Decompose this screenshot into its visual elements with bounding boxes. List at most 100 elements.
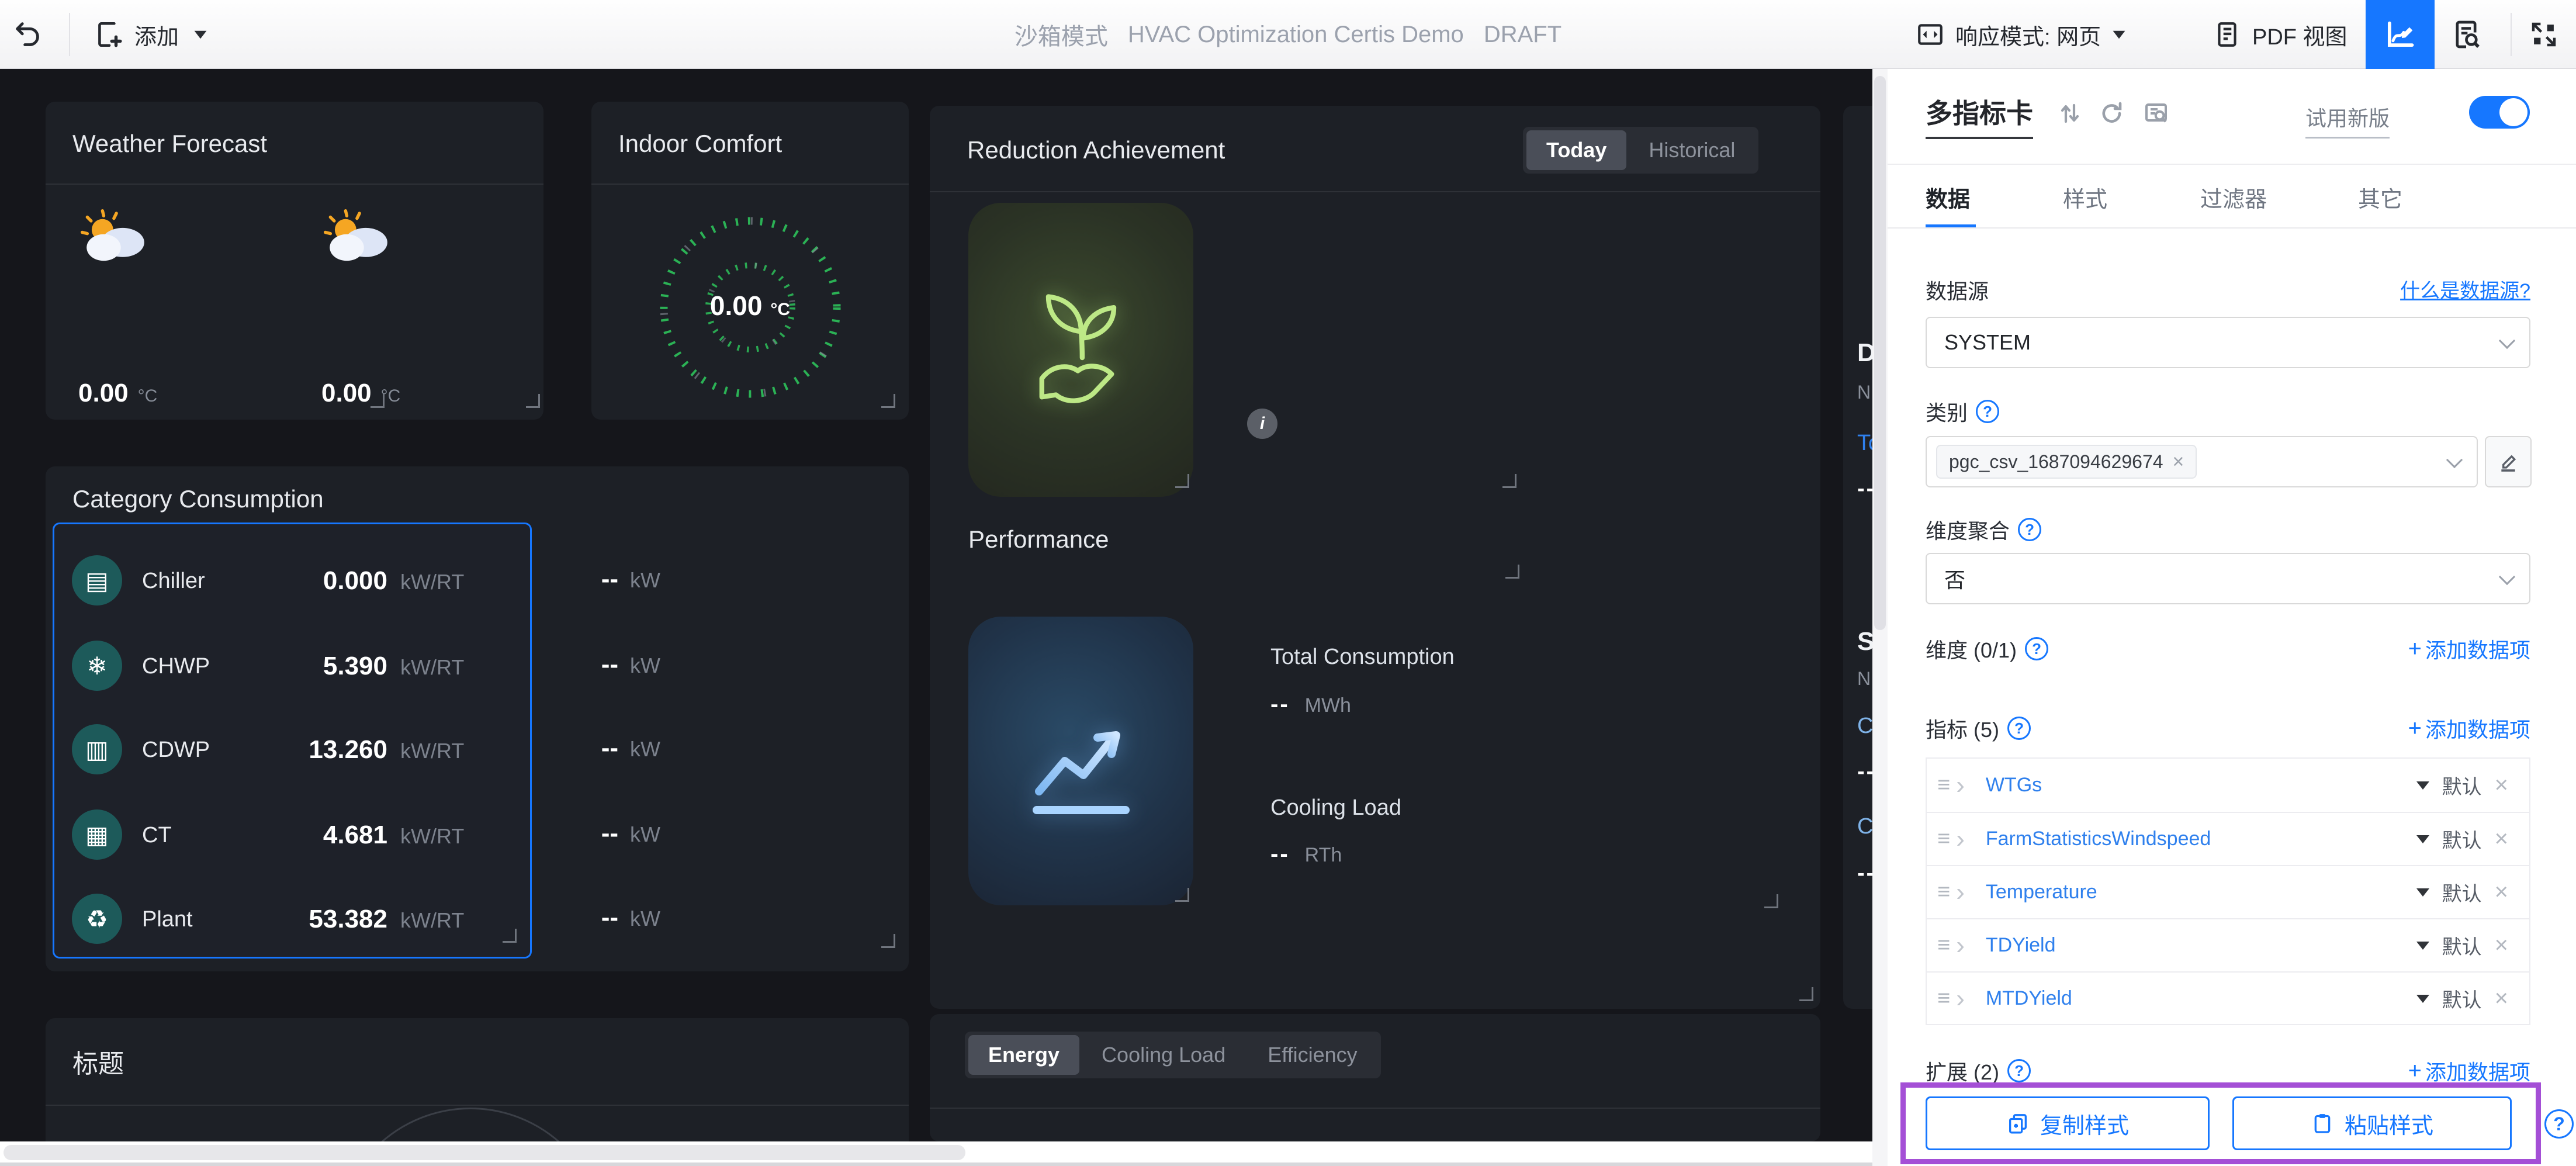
tab-efficiency[interactable]: Efficiency	[1248, 1035, 1377, 1075]
energy-tabs-card[interactable]: Energy Cooling Load Efficiency	[930, 1014, 1820, 1141]
copy-style-button[interactable]: 复制样式	[1926, 1096, 2210, 1150]
doc-status-badge: DRAFT	[1483, 21, 1562, 47]
response-mode-dropdown[interactable]: 响应模式: 网页	[1916, 0, 2127, 69]
resize-handle[interactable]	[881, 934, 895, 948]
resize-handle[interactable]	[1175, 474, 1189, 488]
drag-handle-icon[interactable]: ≡	[1937, 880, 1950, 905]
clipped-card[interactable]: D N To -- S N C -- C --	[1843, 106, 1872, 1009]
tab-cooling-load[interactable]: Cooling Load	[1082, 1035, 1245, 1075]
caret-down-icon[interactable]	[2416, 994, 2429, 1003]
tab-today[interactable]: Today	[1526, 130, 1627, 170]
indicator-row[interactable]: ≡ › Temperature 默认 ×	[1927, 865, 2529, 918]
card-title: Weather Forecast	[72, 130, 268, 157]
help-icon[interactable]: ?	[2544, 1109, 2574, 1139]
add-dimension-link[interactable]: + 添加数据项	[2408, 634, 2530, 664]
drag-handle-icon[interactable]: ≡	[1937, 986, 1950, 1011]
sort-icon[interactable]	[2056, 99, 2084, 127]
resize-handle[interactable]	[1502, 474, 1516, 488]
help-icon[interactable]: ?	[2018, 518, 2042, 541]
help-icon[interactable]: ?	[2025, 637, 2049, 660]
paste-style-button[interactable]: 粘贴样式	[2232, 1096, 2512, 1150]
datasource-help-link[interactable]: 什么是数据源?	[1888, 275, 2530, 303]
selected-widget-outline[interactable]: ▤ Chiller 0.000 kW/RT ❄ CHWP 5.390 kW/RT…	[53, 523, 532, 959]
drag-handle-icon[interactable]: ≡	[1937, 773, 1950, 798]
scrollbar-thumb[interactable]	[4, 1145, 965, 1160]
try-new-version-toggle[interactable]	[2469, 96, 2530, 129]
chart-edit-button[interactable]	[2366, 0, 2435, 69]
card-title: Indoor Comfort	[618, 130, 783, 157]
remove-icon[interactable]: ×	[2495, 826, 2508, 852]
clipped-text: C	[1857, 714, 1872, 738]
vertical-scrollbar[interactable]	[1872, 69, 1888, 1166]
resize-handle[interactable]	[371, 394, 385, 408]
resize-handle[interactable]	[1505, 565, 1519, 579]
plus-icon: +	[2408, 635, 2422, 662]
resize-handle[interactable]	[1175, 888, 1189, 902]
tab-other[interactable]: 其它	[2358, 181, 2402, 213]
indicator-row[interactable]: ≡ › TDYield 默认 ×	[1927, 918, 2529, 971]
caret-down-icon[interactable]	[2416, 781, 2429, 790]
category-consumption-card[interactable]: Category Consumption ▤ Chiller 0.000 kW/…	[46, 466, 909, 971]
add-extend-link[interactable]: + 添加数据项	[2408, 1056, 2530, 1086]
card-divider	[930, 1108, 1820, 1109]
dim-agg-select[interactable]: 否	[1926, 553, 2530, 604]
pdf-view-button[interactable]: PDF 视图	[2213, 0, 2348, 69]
add-widget-button[interactable]: 添加	[94, 0, 208, 69]
indicator-row[interactable]: ≡ › FarmStatisticsWindspeed 默认 ×	[1927, 812, 2529, 865]
scrollbar-thumb[interactable]	[1874, 76, 1886, 630]
tab-filter[interactable]: 过滤器	[2200, 181, 2267, 213]
horizontal-scrollbar[interactable]	[0, 1141, 1872, 1166]
remove-icon[interactable]: ×	[2495, 932, 2508, 959]
category-select[interactable]: pgc_csv_1687094629674 ×	[1926, 436, 2478, 487]
undo-button[interactable]	[13, 0, 43, 69]
resize-handle[interactable]	[881, 394, 895, 408]
performance-title: Performance	[968, 525, 1109, 553]
drag-handle-icon[interactable]: ≡	[1937, 826, 1950, 852]
dashboard-editor: 添加 沙箱模式 HVAC Optimization Certis Demo DR…	[0, 0, 2576, 1166]
resize-handle[interactable]	[1764, 894, 1778, 908]
help-icon[interactable]: ?	[1976, 400, 2000, 423]
caret-down-icon[interactable]	[2416, 888, 2429, 897]
resize-handle[interactable]	[503, 929, 517, 943]
remove-icon[interactable]: ×	[2495, 879, 2508, 905]
indoor-comfort-card[interactable]: Indoor Comfort 0.00 °C	[591, 102, 909, 420]
tab-style[interactable]: 样式	[2063, 181, 2107, 213]
trend-up-icon	[1011, 691, 1151, 831]
refresh-icon[interactable]	[2098, 99, 2126, 127]
category-label-row: 类别 ?	[1926, 396, 2000, 427]
resize-handle[interactable]	[1799, 987, 1813, 1001]
title-card[interactable]: 标题	[46, 1018, 909, 1153]
performance-trend-widget[interactable]	[968, 617, 1193, 905]
dim-agg-label-row: 维度聚合 ?	[1926, 514, 2042, 545]
reduction-plant-widget[interactable]	[968, 203, 1193, 497]
card-preview-icon[interactable]	[2142, 99, 2170, 127]
reduction-achievement-card[interactable]: Reduction Achievement Today Historical i	[930, 106, 1820, 1009]
help-icon[interactable]: ?	[2007, 1059, 2031, 1082]
indicator-row[interactable]: ≡ › MTDYield 默认 ×	[1927, 971, 2529, 1025]
remove-icon[interactable]: ×	[2495, 772, 2508, 798]
datasource-select[interactable]: SYSTEM	[1926, 317, 2530, 368]
info-icon[interactable]: i	[1247, 409, 1277, 439]
tag-close-icon[interactable]: ×	[2173, 451, 2184, 473]
preview-document-button[interactable]	[2450, 0, 2482, 69]
category-label: 类别	[1926, 401, 1968, 425]
indicator-row[interactable]: ≡ › WTGs 默认 ×	[1927, 759, 2529, 812]
fullscreen-button[interactable]	[2528, 0, 2560, 69]
tab-energy[interactable]: Energy	[968, 1035, 1080, 1075]
remove-icon[interactable]: ×	[2495, 985, 2508, 1012]
drag-handle-icon[interactable]: ≡	[1937, 933, 1950, 958]
metric-label: Cooling Load	[1270, 795, 1401, 820]
caret-down-icon[interactable]	[2416, 835, 2429, 843]
edit-category-button[interactable]	[2485, 436, 2532, 487]
help-icon[interactable]: ?	[2007, 717, 2031, 740]
add-metric-link[interactable]: + 添加数据项	[2408, 713, 2530, 743]
caret-down-icon[interactable]	[2416, 941, 2429, 950]
widget-settings-panel: 多指标卡 试用新版 数据 样式 过滤器 其它 数据源 什么是数据源? SYSTE…	[1888, 69, 2576, 1166]
weather-forecast-card[interactable]: Weather Forecast 0.00°C 5.39%	[46, 102, 543, 420]
tab-data[interactable]: 数据	[1926, 181, 1970, 213]
dim-agg-label: 维度聚合	[1926, 519, 2010, 543]
dashboard-canvas[interactable]: Weather Forecast 0.00°C 5.39%	[0, 69, 1872, 1166]
card-title: Category Consumption	[72, 485, 324, 513]
resize-handle[interactable]	[526, 394, 540, 408]
tab-historical[interactable]: Historical	[1629, 130, 1755, 170]
